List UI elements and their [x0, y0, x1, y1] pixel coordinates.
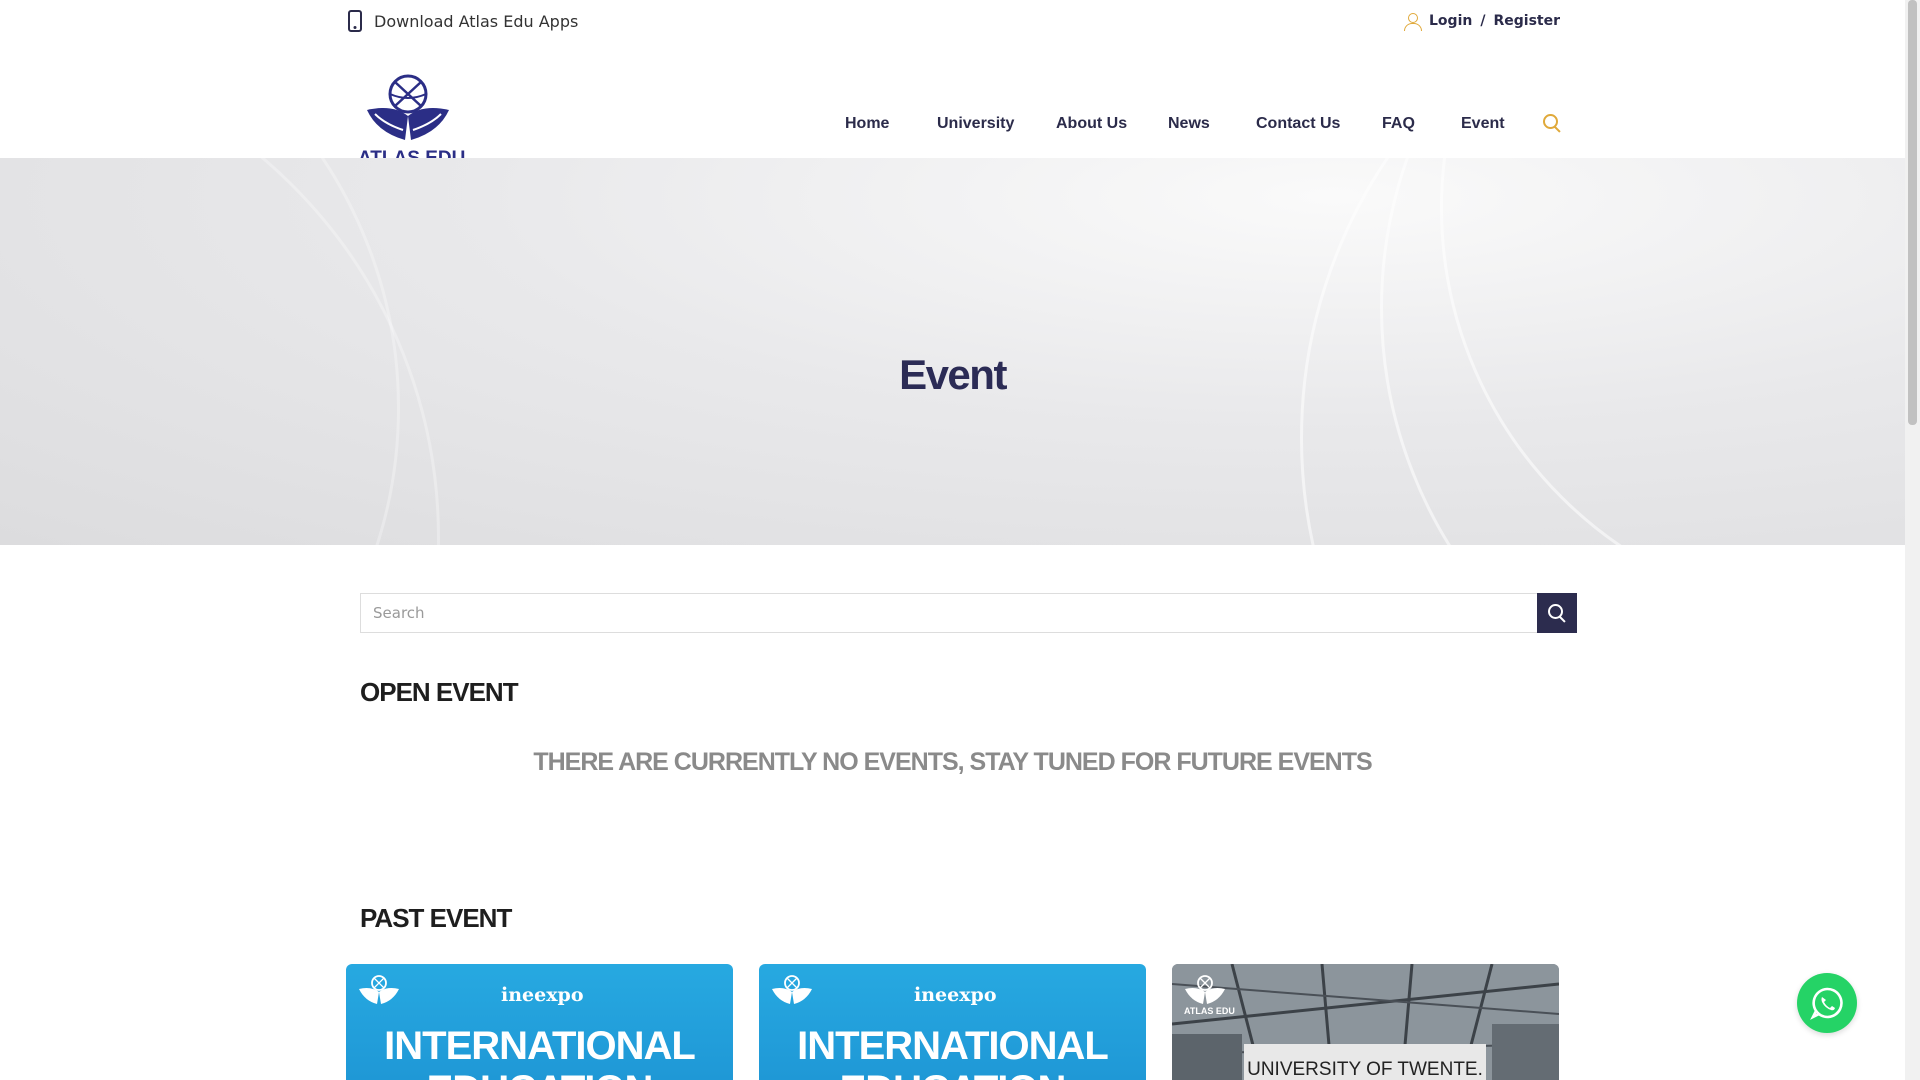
nav-faq[interactable]: FAQ — [1382, 115, 1415, 133]
nav-about-us[interactable]: About Us — [1056, 115, 1127, 133]
scrollbar[interactable] — [1905, 0, 1920, 1080]
past-event-card[interactable]: ATLAS EDU UNIVERSITY OF TWENTE. — [1172, 964, 1559, 1080]
past-event-card[interactable]: ineexpo INTERNATIONAL EDUCATION — [346, 964, 733, 1080]
nav-event[interactable]: Event — [1461, 115, 1505, 133]
past-event-card[interactable]: ineexpo INTERNATIONAL EDUCATION — [759, 964, 1146, 1080]
card-title: INTERNATIONAL EDUCATION — [759, 1024, 1146, 1080]
card-logo-caption: ATLAS EDU — [1184, 1006, 1235, 1016]
hero-banner: Event — [0, 158, 1905, 545]
past-event-cards: ineexpo INTERNATIONAL EDUCATION ineexpo … — [346, 964, 1559, 1080]
open-event-heading: OPEN EVENT — [360, 677, 519, 707]
search-input[interactable] — [360, 593, 1537, 633]
nav-contact-us[interactable]: Contact Us — [1256, 115, 1340, 133]
site-header: ATLAS EDU — [0, 48, 1905, 169]
card-banner: UNIVERSITY OF TWENTE. — [1244, 1044, 1486, 1080]
nav-university[interactable]: University — [937, 115, 1014, 133]
atlas-edu-logo — [1185, 975, 1225, 1004]
download-apps-link[interactable]: Download Atlas Edu Apps — [348, 10, 578, 32]
login-link[interactable]: Login — [1429, 13, 1472, 29]
page-title: Event — [899, 351, 1007, 398]
phone-icon — [348, 10, 362, 32]
download-apps-label: Download Atlas Edu Apps — [374, 11, 579, 31]
no-events-message: THERE ARE CURRENTLY NO EVENTS, STAY TUNE… — [533, 748, 1372, 776]
login-register: Login / Register — [1403, 12, 1560, 31]
card-title-line-2: EDUCATION — [346, 1068, 733, 1080]
card-title: INTERNATIONAL EDUCATION — [346, 1024, 733, 1080]
past-event-heading: PAST EVENT — [360, 903, 512, 933]
user-icon — [1403, 12, 1423, 31]
atlas-edu-logo — [772, 975, 812, 1004]
whatsapp-icon — [1810, 987, 1843, 1020]
whatsapp-button[interactable] — [1797, 973, 1857, 1033]
login-separator: / — [1480, 13, 1486, 29]
card-title-line-1: INTERNATIONAL — [797, 1024, 1109, 1068]
nav-news[interactable]: News — [1168, 115, 1210, 133]
nav-home[interactable]: Home — [845, 115, 889, 133]
card-title-line-2: EDUCATION — [759, 1068, 1146, 1080]
top-bar: Download Atlas Edu Apps Login / Register — [0, 0, 1905, 48]
card-brand: ineexpo — [501, 984, 584, 1006]
register-link[interactable]: Register — [1493, 13, 1560, 29]
card-title-line-1: INTERNATIONAL — [384, 1024, 696, 1068]
search-icon[interactable] — [1543, 114, 1561, 132]
atlas-edu-logo — [359, 975, 399, 1004]
search-button[interactable] — [1537, 593, 1577, 633]
event-search — [360, 593, 1577, 633]
search-icon — [1548, 604, 1566, 622]
card-brand: ineexpo — [914, 984, 997, 1006]
page: Download Atlas Edu Apps Login / Register… — [0, 0, 1920, 1080]
scrollbar-thumb[interactable] — [1908, 0, 1917, 425]
